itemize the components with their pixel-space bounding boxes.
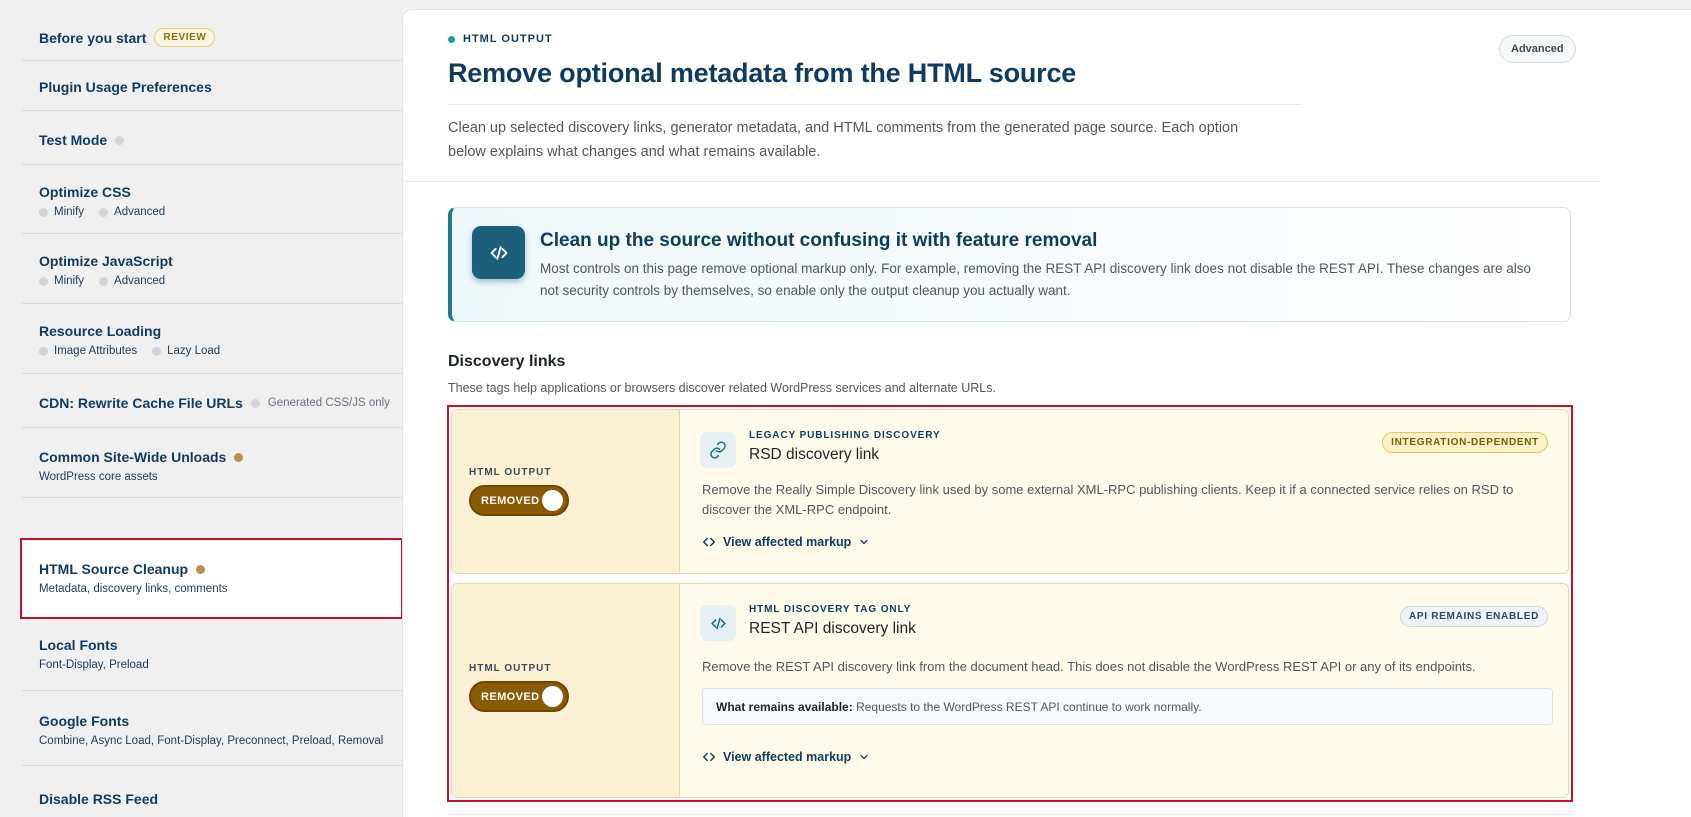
status-dot xyxy=(250,398,260,408)
sidebar-item-label: Local Fonts xyxy=(39,637,118,653)
status-dot xyxy=(196,564,206,574)
sidebar-item-label: Google Fonts xyxy=(39,713,130,729)
discovery-links-group: HTML OUTPUT REMOVED LEGACY PUBLISHING DI… xyxy=(447,405,1573,802)
row-description: Remove the REST API discovery link from … xyxy=(702,659,1476,674)
info-callout: Clean up the source without confusing it… xyxy=(448,207,1571,322)
row-eyebrow: LEGACY PUBLISHING DISCOVERY xyxy=(749,430,941,441)
sidebar-item-before-you-start[interactable]: Before you start REVIEW xyxy=(22,0,402,61)
sidebar-subtag: Image Attributes xyxy=(54,345,138,357)
sidebar-item-cdn-rewrite[interactable]: CDN: Rewrite Cache File URLs Generated C… xyxy=(22,374,402,428)
divider xyxy=(403,181,1601,182)
remains-available-note: What remains available: Requests to the … xyxy=(702,688,1553,725)
row-control-column: HTML OUTPUT REMOVED xyxy=(452,584,680,797)
callout-title: Clean up the source without confusing it… xyxy=(540,230,1098,251)
sidebar-item-label: Common Site-Wide Unloads xyxy=(39,449,227,465)
integration-badge: INTEGRATION-DEPENDENT xyxy=(1382,432,1548,453)
status-dot xyxy=(39,207,48,217)
sidebar-item-label: Resource Loading xyxy=(39,323,162,339)
status-dot xyxy=(99,276,109,286)
sidebar-subtag: Minify xyxy=(54,275,85,287)
sidebar-item-html-source-cleanup[interactable]: HTML Source Cleanup Metadata, discovery … xyxy=(20,538,403,619)
sidebar-item-label: Optimize CSS xyxy=(39,184,131,200)
divider xyxy=(448,104,1301,105)
sidebar-item-disable-rss[interactable]: Disable RSS Feed xyxy=(22,766,402,817)
eyebrow-label: HTML OUTPUT xyxy=(463,33,553,45)
chevron-down-icon xyxy=(860,539,868,545)
section-eyebrow: HTML OUTPUT xyxy=(448,33,553,45)
review-badge: REVIEW xyxy=(154,28,216,47)
sidebar-subtag: Advanced xyxy=(114,206,166,218)
row-title: REST API discovery link xyxy=(749,620,916,637)
sidebar-item-label: CDN: Rewrite Cache File URLs xyxy=(39,395,243,411)
callout-text: Most controls on this page remove option… xyxy=(540,261,1532,298)
sidebar-item-label: Before you start xyxy=(39,29,147,46)
status-dot xyxy=(39,346,48,356)
view-markup-link[interactable]: View affected markup xyxy=(702,535,870,549)
sidebar-item-label: HTML Source Cleanup xyxy=(39,561,189,577)
sidebar-item-resource-loading[interactable]: Resource Loading Image Attributes Lazy L… xyxy=(22,304,402,374)
control-label: HTML OUTPUT xyxy=(469,663,552,674)
sidebar-item-google-fonts[interactable]: Google Fonts Combine, Async Load, Font-D… xyxy=(22,691,402,766)
sidebar-note: Generated CSS/JS only xyxy=(267,397,390,409)
code-icon xyxy=(703,537,715,547)
sidebar-item-common-unloads[interactable]: Common Site-Wide Unloads WordPress core … xyxy=(22,428,402,498)
sidebar-item-test-mode[interactable]: Test Mode xyxy=(22,111,402,165)
toggle-label: REMOVED xyxy=(481,495,540,507)
section-title: Discovery links xyxy=(448,353,566,370)
status-dot xyxy=(152,346,162,356)
view-markup-link[interactable]: View affected markup xyxy=(702,750,870,764)
link-label: View affected markup xyxy=(723,535,852,549)
sidebar-subtext: WordPress core assets xyxy=(39,471,158,483)
section-subtitle: These tags help applications or browsers… xyxy=(448,381,996,395)
status-dot-icon xyxy=(448,35,455,43)
remains-label: What remains available: xyxy=(716,700,853,714)
api-status-badge: API REMAINS ENABLED xyxy=(1400,606,1548,627)
rest-api-removed-toggle[interactable]: REMOVED xyxy=(469,681,569,712)
chevron-down-icon xyxy=(860,754,868,760)
page-intro: Clean up selected discovery links, gener… xyxy=(448,120,1239,160)
settings-sidebar: Before you start REVIEW Plugin Usage Pre… xyxy=(0,0,403,817)
sidebar-subtag: Minify xyxy=(54,206,85,218)
row-description: Remove the Really Simple Discovery link … xyxy=(702,482,1514,517)
code-icon xyxy=(700,605,736,641)
option-row-rsd: HTML OUTPUT REMOVED LEGACY PUBLISHING DI… xyxy=(451,409,1569,574)
code-icon xyxy=(472,226,525,279)
sidebar-item-label: Optimize JavaScript xyxy=(39,253,173,269)
link-icon xyxy=(700,432,736,468)
toggle-knob xyxy=(542,686,563,707)
mode-pill[interactable]: Advanced xyxy=(1499,35,1576,63)
sidebar-subtag: Lazy Load xyxy=(167,345,221,357)
sidebar-subtext: Combine, Async Load, Font-Display, Preco… xyxy=(39,735,384,747)
main-panel: HTML OUTPUT Remove optional metadata fro… xyxy=(402,9,1691,817)
code-icon xyxy=(703,752,715,762)
remains-text: Requests to the WordPress REST API conti… xyxy=(856,700,1202,714)
link-label: View affected markup xyxy=(723,750,852,764)
sidebar-subtag: Advanced xyxy=(114,275,166,287)
sidebar-item-local-fonts[interactable]: Local Fonts Font-Display, Preload xyxy=(22,619,402,691)
status-dot xyxy=(39,276,48,286)
sidebar-item-plugin-usage-preferences[interactable]: Plugin Usage Preferences xyxy=(22,61,402,111)
sidebar-item-label: Plugin Usage Preferences xyxy=(39,79,212,95)
sidebar-item-label: Disable RSS Feed xyxy=(39,791,159,807)
rsd-removed-toggle[interactable]: REMOVED xyxy=(469,485,569,516)
sidebar-subtext: Metadata, discovery links, comments xyxy=(39,583,228,595)
toggle-knob xyxy=(542,490,563,511)
toggle-label: REMOVED xyxy=(481,691,540,703)
status-dot xyxy=(99,207,109,217)
status-dot xyxy=(234,452,244,462)
sidebar-item-label: Test Mode xyxy=(39,132,108,148)
sidebar-subtext: Font-Display, Preload xyxy=(39,659,149,671)
sidebar-item-optimize-javascript[interactable]: Optimize JavaScript Minify Advanced xyxy=(22,234,402,304)
status-dot xyxy=(115,135,125,145)
row-control-column: HTML OUTPUT REMOVED xyxy=(452,410,680,573)
sidebar-item-optimize-css[interactable]: Optimize CSS Minify Advanced xyxy=(22,165,402,234)
row-eyebrow: HTML DISCOVERY TAG ONLY xyxy=(749,604,912,615)
row-title: RSD discovery link xyxy=(749,446,880,463)
control-label: HTML OUTPUT xyxy=(469,467,552,478)
page-title: Remove optional metadata from the HTML s… xyxy=(448,58,1077,88)
option-row-rest-api: HTML OUTPUT REMOVED HTML DISCOVERY TAG O… xyxy=(451,583,1569,798)
